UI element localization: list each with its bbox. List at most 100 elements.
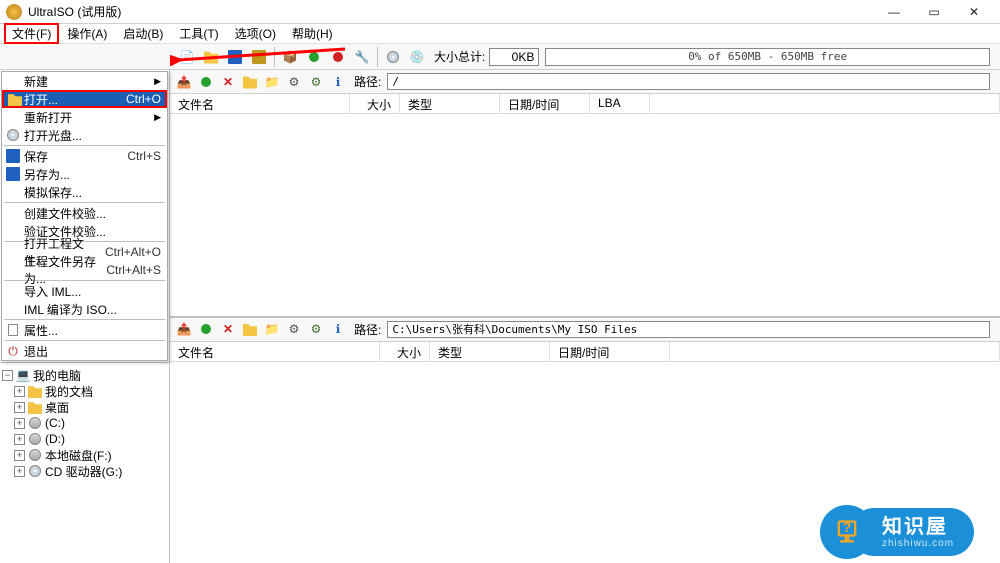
file-menu-item[interactable]: 属性...: [2, 321, 167, 339]
col-filename[interactable]: 文件名: [170, 94, 350, 113]
tree-node[interactable]: +桌面: [2, 399, 167, 415]
tb-extract[interactable]: 📦: [279, 46, 301, 68]
col-spacer: [670, 342, 1000, 361]
col-type[interactable]: 类型: [430, 342, 550, 361]
disk-icon: [27, 416, 43, 430]
iso-path-label: 路径:: [354, 73, 381, 90]
expander-icon[interactable]: +: [14, 466, 25, 477]
ltb-remove[interactable]: ✕: [218, 319, 238, 339]
tb-mount[interactable]: 💿: [406, 46, 428, 68]
blank-icon: [6, 263, 20, 277]
menu-item-shortcut: Ctrl+S: [127, 149, 161, 163]
tree-node[interactable]: + 本地磁盘(F:): [2, 447, 167, 463]
tree-node-label: 本地磁盘(F:): [45, 447, 112, 464]
menu-action[interactable]: 操作(A): [59, 23, 115, 44]
minimize-button[interactable]: —: [874, 1, 914, 23]
ptb-add-file[interactable]: [196, 72, 216, 92]
file-menu-item[interactable]: ⏻退出: [2, 342, 167, 360]
file-menu-item[interactable]: IML 编译为 ISO...: [2, 300, 167, 318]
file-menu-dropdown: 新建▶打开...Ctrl+O重新打开▶打开光盘... 保存Ctrl+S另存为...…: [0, 70, 169, 363]
tree-node[interactable]: + (C:): [2, 415, 167, 431]
expander-icon[interactable]: +: [14, 434, 25, 445]
tree-node[interactable]: +CD 驱动器(G:): [2, 463, 167, 479]
tree-node[interactable]: +我的文档: [2, 383, 167, 399]
ltb-extract[interactable]: 📤: [174, 319, 194, 339]
menu-separator: [4, 145, 165, 146]
menu-item-label: 创建文件校验...: [24, 205, 161, 222]
tree-node-label: (C:): [45, 416, 65, 430]
tb-sep: [274, 47, 275, 67]
tb-delete[interactable]: [327, 46, 349, 68]
col-type[interactable]: 类型: [400, 94, 500, 113]
ltb-newfolder[interactable]: [240, 319, 260, 339]
expander-icon[interactable]: −: [2, 370, 13, 381]
col-filename[interactable]: 文件名: [170, 342, 380, 361]
left-column: 新建▶打开...Ctrl+O重新打开▶打开光盘... 保存Ctrl+S另存为...…: [0, 70, 170, 563]
file-menu-item[interactable]: 创建文件校验...: [2, 204, 167, 222]
disk-icon: [27, 448, 43, 462]
file-menu-item[interactable]: 另存为...: [2, 165, 167, 183]
local-path-value[interactable]: C:\Users\张有科\Documents\My ISO Files: [387, 321, 990, 338]
menu-boot[interactable]: 启动(B): [115, 23, 171, 44]
col-datetime[interactable]: 日期/时间: [550, 342, 670, 361]
tb-new[interactable]: 📄: [176, 46, 198, 68]
ltb-props[interactable]: ⚙: [284, 319, 304, 339]
file-menu-item[interactable]: 导入 IML...: [2, 282, 167, 300]
tree-node[interactable]: +(D:): [2, 431, 167, 447]
file-menu-item[interactable]: 保存Ctrl+S: [2, 147, 167, 165]
ptb-up[interactable]: 📁: [262, 72, 282, 92]
ptb-props[interactable]: ⚙: [284, 72, 304, 92]
expander-icon[interactable]: +: [14, 386, 25, 397]
iso-path-value[interactable]: /: [387, 73, 990, 90]
window-title: UltraISO (试用版): [28, 3, 874, 20]
tb-save[interactable]: [224, 46, 246, 68]
file-menu-item[interactable]: 工程文件另存为...Ctrl+Alt+S: [2, 261, 167, 279]
iso-list-body[interactable]: [170, 114, 1000, 316]
col-size[interactable]: 大小: [350, 94, 400, 113]
main-toolbar: 📄 📦 🔧 💿 大小总计: 0KB 0% of 650MB - 650MB fr…: [0, 44, 1000, 70]
expander-icon[interactable]: +: [14, 418, 25, 429]
close-button[interactable]: ✕: [954, 1, 994, 23]
blank-icon: [6, 74, 20, 88]
file-menu-item[interactable]: 打开...Ctrl+O: [2, 90, 167, 108]
submenu-arrow-icon: ▶: [154, 112, 161, 123]
blank-icon: [6, 110, 20, 124]
file-menu-item[interactable]: 模拟保存...: [2, 183, 167, 201]
col-lba[interactable]: LBA: [590, 94, 650, 113]
expander-icon[interactable]: +: [14, 402, 25, 413]
ltb-up[interactable]: 📁: [262, 319, 282, 339]
ptb-info[interactable]: ℹ: [328, 72, 348, 92]
tb-open[interactable]: [200, 46, 222, 68]
menu-help[interactable]: 帮助(H): [284, 23, 341, 44]
tree-root[interactable]: − 💻 我的电脑: [2, 367, 167, 383]
expander-icon[interactable]: +: [14, 450, 25, 461]
iso-pane: 📤 ✕ 📁 ⚙ ⚙ ℹ 路径: / 文件名 大小 类型 日期/时间 LBA: [170, 70, 1000, 318]
col-datetime[interactable]: 日期/时间: [500, 94, 590, 113]
ltb-add[interactable]: [196, 319, 216, 339]
ptb-remove[interactable]: ✕: [218, 72, 238, 92]
ltb-settings[interactable]: ⚙: [306, 319, 326, 339]
blank-icon: [6, 284, 20, 298]
col-size[interactable]: 大小: [380, 342, 430, 361]
menu-separator: [4, 340, 165, 341]
tb-tool[interactable]: 🔧: [351, 46, 373, 68]
ptb-settings[interactable]: ⚙: [306, 72, 326, 92]
menu-item-label: 模拟保存...: [24, 184, 161, 201]
menu-tools[interactable]: 工具(T): [171, 23, 226, 44]
file-menu-item[interactable]: 打开光盘...: [2, 126, 167, 144]
maximize-button[interactable]: ▭: [914, 1, 954, 23]
tb-burn[interactable]: [382, 46, 404, 68]
iso-list-header: 文件名 大小 类型 日期/时间 LBA: [170, 94, 1000, 114]
tb-saveas[interactable]: [248, 46, 270, 68]
menu-options[interactable]: 选项(O): [227, 23, 284, 44]
file-menu-item[interactable]: 重新打开▶: [2, 108, 167, 126]
folder-icon: [8, 92, 22, 106]
ptb-extract[interactable]: 📤: [174, 72, 194, 92]
menu-file[interactable]: 文件(F): [4, 23, 59, 44]
iso-pane-toolbar: 📤 ✕ 📁 ⚙ ⚙ ℹ 路径: /: [170, 70, 1000, 94]
ltb-info[interactable]: ℹ: [328, 319, 348, 339]
file-menu-item[interactable]: 新建▶: [2, 72, 167, 90]
folder-tree[interactable]: − 💻 我的电脑 +我的文档+桌面+(C:)+(D:)+本地磁盘(F:)+CD …: [0, 363, 169, 563]
ptb-newfolder[interactable]: [240, 72, 260, 92]
tb-add[interactable]: [303, 46, 325, 68]
